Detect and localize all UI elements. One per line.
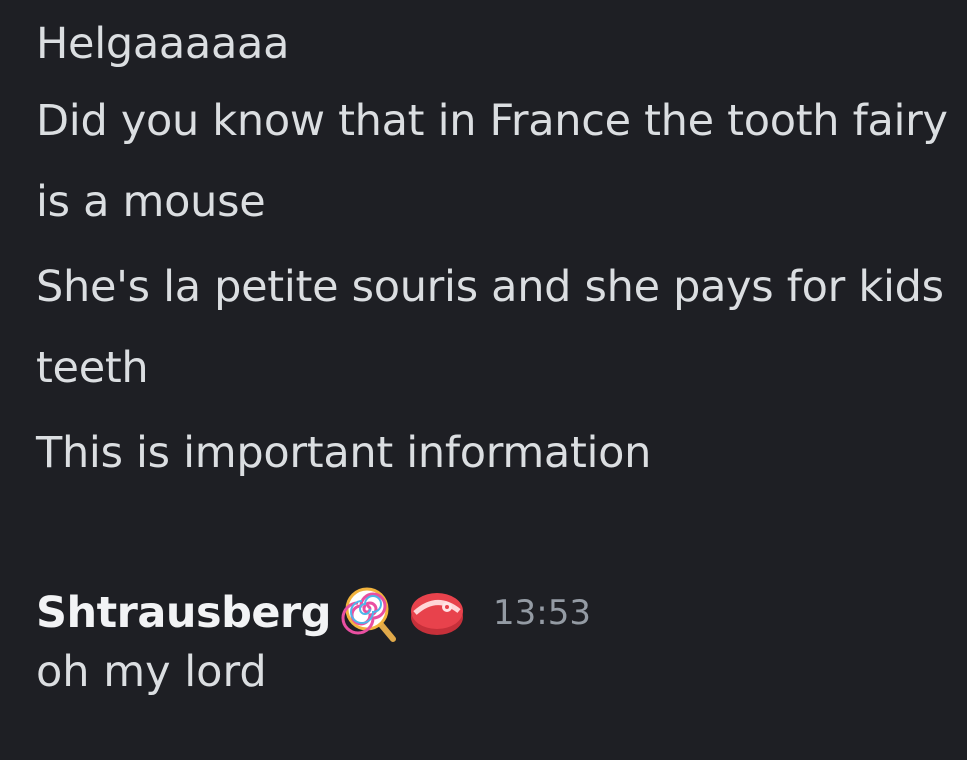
chat-message[interactable]: Helgaaaaaa: [36, 4, 961, 85]
chat-message[interactable]: She's la petite souris and she pays for …: [36, 247, 961, 409]
chat-message[interactable]: oh my lord: [36, 646, 591, 698]
message-header: Shtrausberg 13:53: [36, 580, 591, 646]
chat-message[interactable]: This is important information: [36, 413, 961, 494]
message-group: Shtrausberg 13:53 oh my lord: [36, 580, 591, 698]
username[interactable]: Shtrausberg: [36, 588, 332, 638]
message-timestamp: 13:53: [493, 593, 591, 633]
meat-icon: [407, 583, 467, 643]
chat-message[interactable]: Did you know that in France the tooth fa…: [36, 81, 961, 243]
chat-message-list: Helgaaaaaa Did you know that in France t…: [36, 0, 961, 494]
lollipop-icon: [341, 583, 401, 643]
